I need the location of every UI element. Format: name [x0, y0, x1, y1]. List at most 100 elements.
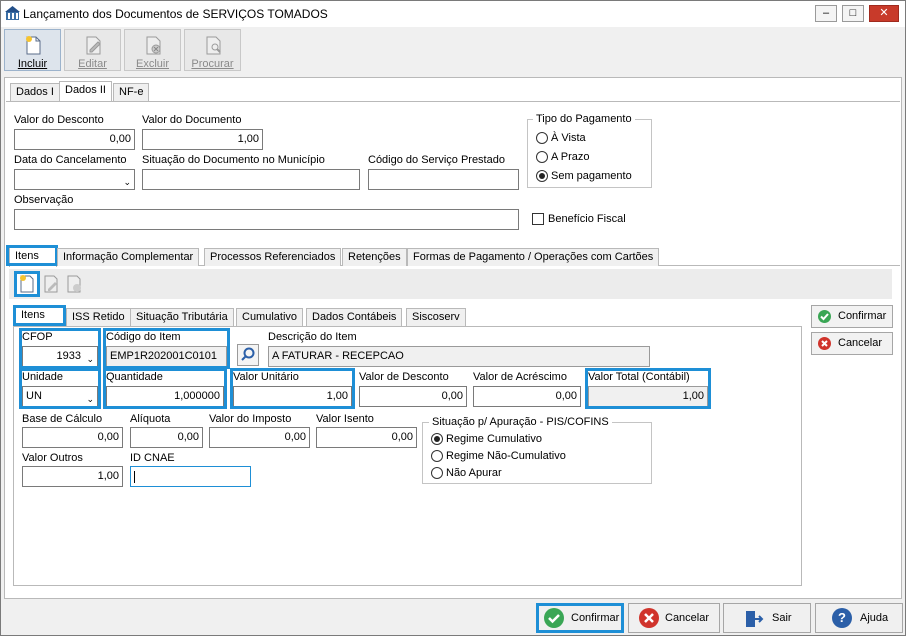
- exit-icon: [746, 611, 764, 627]
- main-window: Lançamento dos Documentos de SERVIÇOS TO…: [0, 0, 906, 636]
- tab-cumulativo[interactable]: Cumulativo: [236, 308, 304, 326]
- ajuda-button[interactable]: ? Ajuda: [815, 603, 903, 633]
- tab-informacao-complementar[interactable]: Informação Complementar: [57, 248, 200, 266]
- item-cancelar-label: Cancelar: [838, 337, 883, 349]
- valor-imposto-label: Valor do Imposto: [209, 413, 292, 425]
- minimize-button[interactable]: –: [815, 5, 837, 22]
- excluir-button[interactable]: Excluir: [124, 29, 181, 71]
- valor-outros-input[interactable]: 1,00: [22, 466, 123, 487]
- cancel-icon: [639, 608, 659, 628]
- radio-a-prazo[interactable]: [536, 151, 548, 163]
- tab-situacao-tributaria[interactable]: Situação Tributária: [130, 308, 234, 326]
- situacao-label: Situação do Documento no Município: [142, 154, 325, 166]
- valor-acrescimo-input[interactable]: 0,00: [473, 386, 581, 407]
- radio-nao-apurar[interactable]: [431, 467, 443, 479]
- regime-nao-cumulativo-label: Regime Não-Cumulativo: [446, 450, 566, 462]
- tab-divider: [6, 101, 900, 102]
- codigo-servico-label: Código do Serviço Prestado: [368, 154, 505, 166]
- tipo-pagamento-title: Tipo do Pagamento: [533, 113, 635, 125]
- radio-a-vista[interactable]: [536, 132, 548, 144]
- valor-desconto-label: Valor do Desconto: [14, 114, 104, 126]
- confirmar-button[interactable]: Confirmar: [536, 603, 624, 633]
- close-button[interactable]: ✕: [869, 5, 899, 22]
- incluir-button[interactable]: Incluir: [4, 29, 61, 71]
- tab-dados-i[interactable]: Dados I: [10, 83, 60, 101]
- ajuda-label: Ajuda: [860, 612, 889, 624]
- sair-button[interactable]: Sair: [723, 603, 811, 633]
- check-icon: [544, 608, 564, 628]
- item-delete-button[interactable]: [65, 273, 85, 295]
- item-edit-button[interactable]: [42, 273, 62, 295]
- radio-regime-nao-cumulativo[interactable]: [431, 450, 443, 462]
- valor-acrescimo-label: Valor de Acréscimo: [473, 371, 567, 383]
- editar-button[interactable]: Editar: [64, 29, 121, 71]
- valor-desconto-item-input[interactable]: 0,00: [359, 386, 467, 407]
- base-calculo-label: Base de Cálculo: [22, 413, 103, 425]
- radio-sem-pagamento[interactable]: [536, 170, 548, 182]
- procurar-button[interactable]: Procurar: [184, 29, 241, 71]
- cfop-highlight: [19, 328, 101, 369]
- tab-iss-retido[interactable]: ISS Retido: [66, 308, 131, 326]
- tab-siscoserv[interactable]: Siscoserv: [406, 308, 466, 326]
- search-document-icon: [206, 36, 221, 55]
- edit-item-icon: [44, 275, 58, 293]
- chevron-down-icon[interactable]: ⌄: [123, 173, 131, 189]
- codigo-servico-input[interactable]: [368, 169, 519, 190]
- quantidade-highlight: [103, 368, 227, 409]
- beneficio-fiscal-label: Benefício Fiscal: [548, 213, 626, 225]
- situacao-input[interactable]: [142, 169, 360, 190]
- title-bar: Lançamento dos Documentos de SERVIÇOS TO…: [1, 1, 905, 27]
- data-cancelamento-input[interactable]: ⌄: [14, 169, 135, 190]
- observacao-label: Observação: [14, 194, 74, 206]
- tab-processos-referenciados[interactable]: Processos Referenciados: [204, 248, 342, 266]
- tab-dados-ii[interactable]: Dados II: [59, 81, 112, 101]
- radio-regime-cumulativo[interactable]: [431, 433, 443, 445]
- item-confirmar-label: Confirmar: [838, 310, 887, 322]
- search-item-button[interactable]: [237, 344, 259, 366]
- new-document-icon: [26, 36, 41, 55]
- aliquota-label: Alíquota: [130, 413, 171, 425]
- tab-formas-pagamento[interactable]: Formas de Pagamento / Operações com Cart…: [407, 248, 660, 266]
- a-prazo-label: A Prazo: [551, 151, 590, 163]
- id-cnae-input[interactable]: [130, 466, 251, 487]
- item-confirmar-button[interactable]: Confirmar: [811, 305, 893, 328]
- help-icon: ?: [832, 608, 852, 628]
- tab-nfe[interactable]: NF-e: [113, 83, 150, 101]
- regime-cumulativo-label: Regime Cumulativo: [446, 433, 542, 445]
- descricao-item-label: Descrição do Item: [268, 331, 357, 343]
- tab-retencoes[interactable]: Retenções: [342, 248, 407, 266]
- observacao-input[interactable]: [14, 209, 519, 230]
- valor-imposto-input[interactable]: 0,00: [209, 427, 310, 448]
- cancel-icon: [818, 337, 831, 350]
- aliquota-input[interactable]: 0,00: [130, 427, 203, 448]
- incluir-label: Incluir: [17, 58, 48, 70]
- nao-apurar-label: Não Apurar: [446, 467, 502, 479]
- text-cursor: [134, 471, 135, 483]
- editar-label: Editar: [78, 58, 107, 70]
- a-vista-label: À Vista: [551, 132, 586, 144]
- valor-desconto-input[interactable]: 0,00: [14, 129, 135, 150]
- valor-isento-label: Valor Isento: [316, 413, 374, 425]
- data-cancelamento-label: Data do Cancelamento: [14, 154, 127, 166]
- valor-isento-input[interactable]: 0,00: [316, 427, 417, 448]
- tab-dados-contabeis[interactable]: Dados Contábeis: [306, 308, 403, 326]
- excluir-label: Excluir: [135, 58, 169, 70]
- item-cancelar-button[interactable]: Cancelar: [811, 332, 893, 355]
- sem-pagamento-label: Sem pagamento: [551, 170, 632, 182]
- procurar-label: Procurar: [191, 58, 234, 70]
- cancelar-button[interactable]: Cancelar: [628, 603, 720, 633]
- beneficio-fiscal-checkbox[interactable]: [532, 213, 544, 225]
- descricao-item-input[interactable]: A FATURAR - RECEPCAO: [268, 346, 650, 367]
- codigo-item-highlight: [103, 328, 230, 369]
- window-title: Lançamento dos Documentos de SERVIÇOS TO…: [23, 7, 328, 21]
- item-add-highlight: [14, 271, 40, 297]
- delete-item-icon: [67, 275, 81, 293]
- apuracao-title: Situação p/ Apuração - PIS/COFINS: [429, 416, 612, 428]
- search-icon: [241, 347, 255, 361]
- valor-documento-input[interactable]: 1,00: [142, 129, 263, 150]
- tab-itens-highlight: [6, 245, 58, 266]
- maximize-button[interactable]: □: [842, 5, 864, 22]
- unidade-highlight: [19, 368, 101, 409]
- base-calculo-input[interactable]: 0,00: [22, 427, 123, 448]
- valor-unitario-highlight: [230, 368, 355, 409]
